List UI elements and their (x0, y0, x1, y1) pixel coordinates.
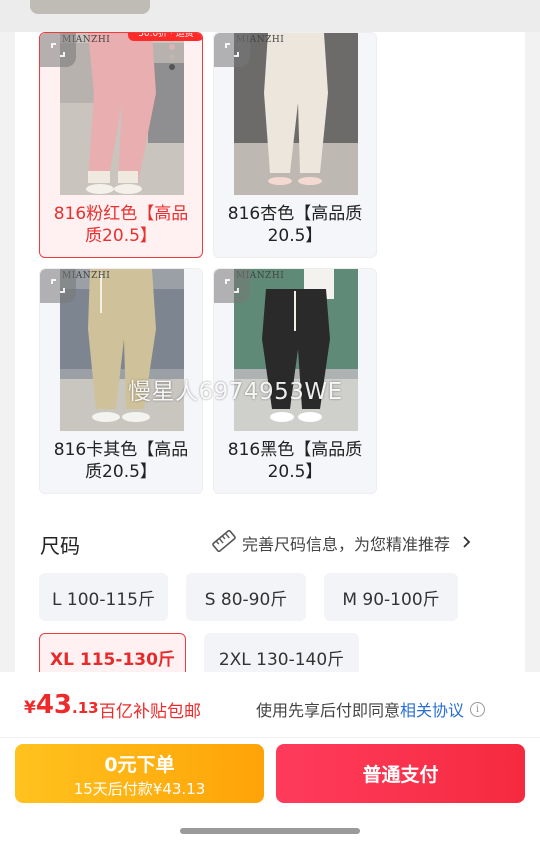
zero-yuan-order-button[interactable]: 0元下单 15天后付款¥43.13 (15, 744, 264, 803)
expand-icon[interactable] (40, 269, 76, 303)
size-info-link[interactable]: 完善尺码信息，为您精准推荐 (212, 529, 472, 556)
color-label: 816黑色【高品质20.5】 (227, 440, 363, 482)
color-option-pink[interactable]: MIANZHI 50.0折 · 运费 816粉红色【高品质20.5】 (39, 32, 203, 258)
zero-order-title: 0元下单 (104, 754, 175, 776)
price: ¥ 43 .13 (24, 690, 99, 720)
agreement-link[interactable]: 相关协议 (400, 697, 464, 721)
size-section-title: 尺码 (40, 534, 80, 558)
ruler-icon (212, 529, 236, 556)
info-icon[interactable]: i (470, 701, 486, 717)
color-label: 816杏色【高品质20.5】 (227, 204, 363, 246)
normal-pay-button[interactable]: 普通支付 (276, 744, 525, 803)
size-option-s[interactable]: S 80-90斤 (186, 573, 306, 621)
watermark: 慢星人6974953WE (128, 379, 343, 405)
expand-icon[interactable] (214, 269, 250, 303)
product-image-apricot (234, 33, 358, 195)
price-bar: ¥ 43 .13 百亿补贴包邮 使用先享后付即同意 相关协议 i (0, 672, 540, 738)
product-image-khaki (60, 269, 184, 431)
color-label: 816卡其色【高品质20.5】 (53, 440, 189, 482)
price-integer: 43 (35, 690, 73, 720)
price-decimal: .13 (72, 699, 99, 717)
expand-icon[interactable] (214, 33, 250, 67)
size-option-l[interactable]: L 100-115斤 (39, 573, 168, 621)
color-label: 816粉红色【高品质20.5】 (53, 204, 189, 246)
subsidy-label: 百亿补贴包邮 (99, 702, 201, 722)
previous-thumbnail[interactable] (30, 0, 150, 14)
home-indicator (180, 828, 360, 834)
size-info-text: 完善尺码信息，为您精准推荐 (242, 535, 451, 554)
product-image-black (234, 269, 358, 431)
expand-icon[interactable] (40, 33, 76, 67)
chevron-right-icon (462, 534, 472, 553)
agreement-text: 使用先享后付即同意 (256, 701, 401, 720)
promo-tag: 50.0折 · 运费 (128, 33, 202, 41)
previous-section-strip (0, 0, 540, 32)
size-option-m[interactable]: M 90-100斤 (324, 573, 458, 621)
agreement: 使用先享后付即同意 相关协议 i (256, 697, 486, 721)
color-option-apricot[interactable]: MIANZHI 816杏色【高品质20.5】 (213, 32, 377, 258)
zero-order-subtitle: 15天后付款¥43.13 (73, 780, 206, 798)
price-currency: ¥ (24, 698, 36, 718)
product-image-pink (60, 33, 184, 195)
